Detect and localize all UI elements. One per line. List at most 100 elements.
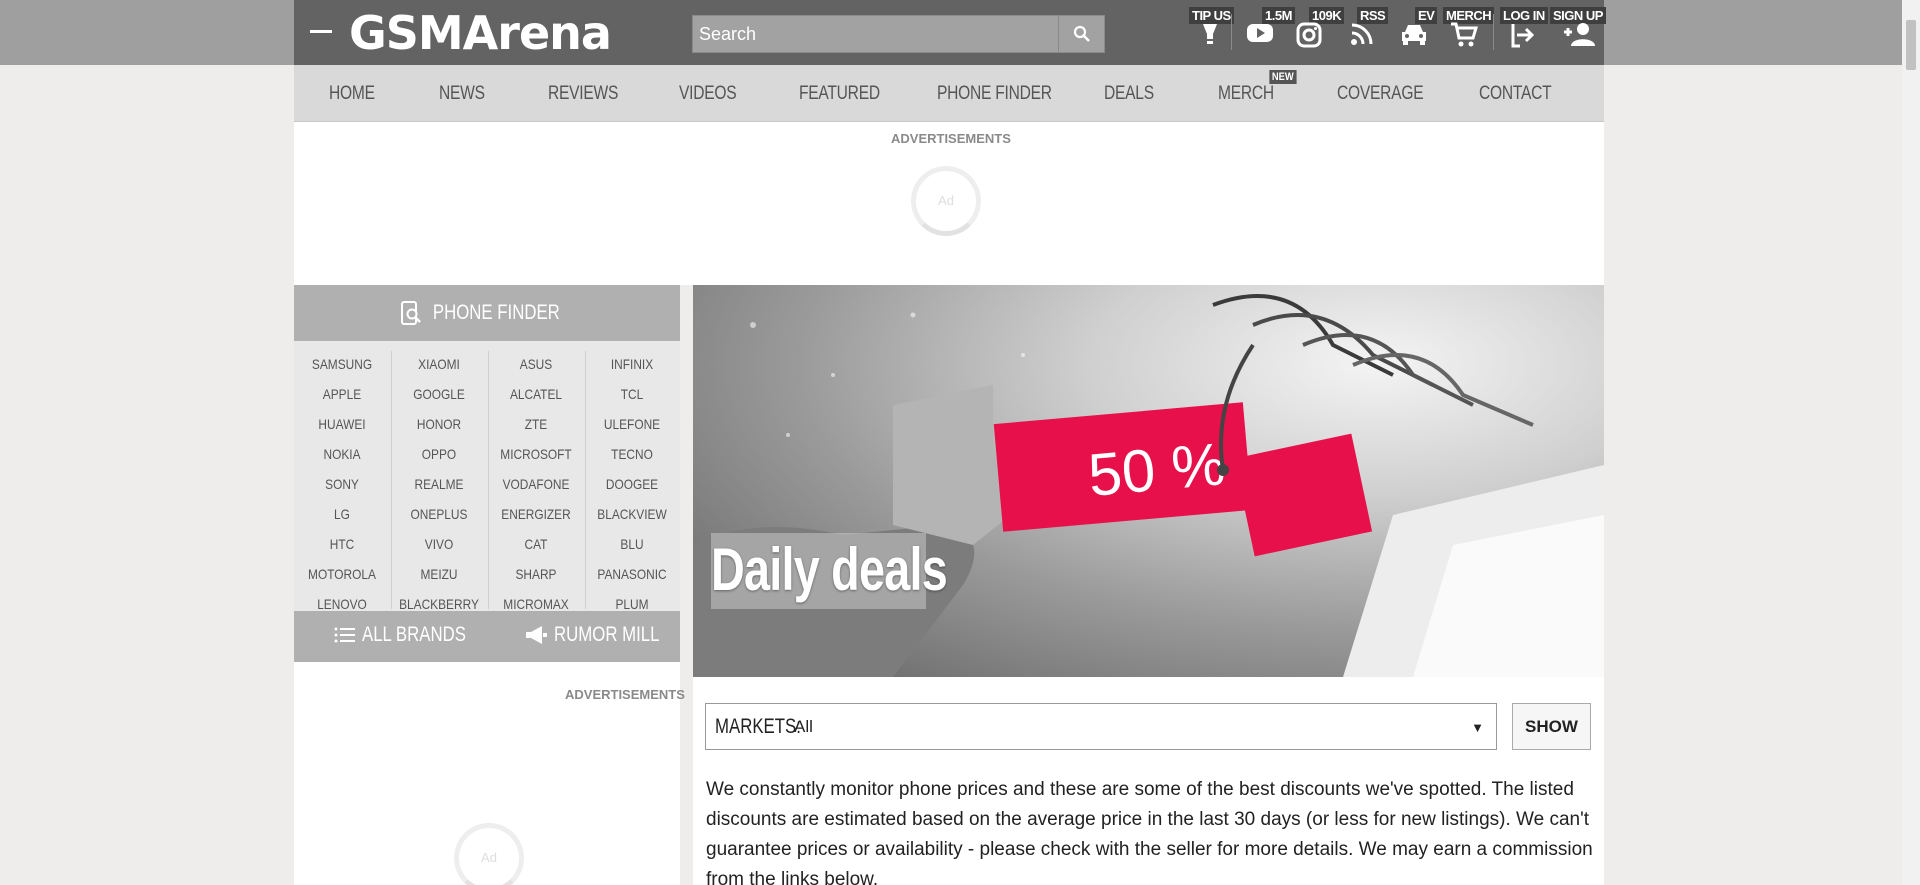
header-divider [1231, 14, 1232, 50]
brand-list: SAMSUNG APPLE HUAWEI NOKIA SONY LG HTC M… [294, 341, 680, 612]
instagram-link[interactable]: 109K [1289, 0, 1345, 65]
hero-image: 50 % Daily deals [693, 285, 1604, 677]
search-input[interactable] [693, 16, 1059, 52]
scrollbar-thumb[interactable] [1906, 20, 1916, 70]
ad-placeholder: Ad [911, 166, 981, 236]
main-content: 50 % Daily deals MARKETS: All ▼ SHOW We … [693, 285, 1604, 885]
brand-link[interactable]: REALME [398, 469, 480, 499]
sale-tags-photo: 50 % [693, 294, 1604, 677]
sidebar-ad-placeholder: Ad [454, 823, 524, 885]
markets-value: All [794, 717, 813, 736]
brand-link[interactable]: INFINIX [591, 349, 673, 379]
nav-contact[interactable]: CONTACT [1479, 83, 1552, 105]
brand-column: SAMSUNG APPLE HUAWEI NOKIA SONY LG HTC M… [294, 349, 390, 619]
ev-link[interactable]: EV [1389, 0, 1439, 65]
add-user-icon [1564, 23, 1595, 46]
brand-link[interactable]: BLACKVIEW [591, 499, 673, 529]
brand-link[interactable]: NOKIA [301, 439, 383, 469]
nav-videos[interactable]: VIDEOS [679, 83, 737, 105]
brand-link[interactable]: ALCATEL [495, 379, 577, 409]
list-icon [334, 627, 355, 643]
top-ad-banner: ADVERTISEMENTS Ad [294, 122, 1604, 285]
search-icon [1073, 25, 1090, 42]
brand-link[interactable]: VODAFONE [495, 469, 577, 499]
nav-featured[interactable]: FEATURED [799, 83, 880, 105]
tip-us-link[interactable]: TIP US [1187, 0, 1234, 65]
brand-link[interactable]: GOOGLE [398, 379, 480, 409]
ads-label: ADVERTISEMENTS [891, 131, 1011, 146]
login-icon [1511, 24, 1534, 48]
rss-link[interactable]: RSS [1339, 0, 1389, 65]
brand-link[interactable]: TECNO [591, 439, 673, 469]
nav-phone-finder[interactable]: PHONE FINDER [937, 83, 1052, 105]
brand-link[interactable]: APPLE [301, 379, 383, 409]
rumor-mill-link[interactable]: RUMOR MILL [524, 623, 686, 647]
instagram-icon [1296, 22, 1322, 48]
site-header: GSMArena TIP US 1.5M 109K RSS EV MERCH L… [294, 0, 1606, 65]
brand-link[interactable]: SAMSUNG [301, 349, 383, 379]
nav-deals[interactable]: DEALS [1104, 83, 1154, 105]
phone-finder-header[interactable]: PHONE FINDER [294, 285, 680, 341]
car-icon [1402, 25, 1426, 45]
rss-icon [1351, 23, 1373, 45]
brand-column: INFINIX TCL ULEFONE TECNO DOOGEE BLACKVI… [584, 349, 680, 619]
brand-link[interactable]: XIAOMI [398, 349, 480, 379]
cart-icon [1451, 22, 1478, 47]
brand-link[interactable]: HUAWEI [301, 409, 383, 439]
nav-merch[interactable]: MERCH [1218, 83, 1274, 105]
show-button[interactable]: SHOW [1512, 703, 1591, 750]
tag-text: 50 % [1086, 430, 1228, 509]
brand-link[interactable]: CAT [495, 529, 577, 559]
all-brands-link[interactable]: ALL BRANDS [334, 623, 492, 647]
menu-toggle-icon[interactable] [310, 30, 332, 33]
intro-text: We constantly monitor phone prices and t… [706, 779, 1593, 885]
hero-title: Daily deals [711, 536, 948, 603]
phone-finder-footer: ALL BRANDS RUMOR MILL [294, 611, 680, 662]
page-scrollbar[interactable] [1902, 0, 1920, 885]
brand-link[interactable]: VIVO [398, 529, 480, 559]
brand-link[interactable]: TCL [591, 379, 673, 409]
left-sidebar: PHONE FINDER SAMSUNG APPLE HUAWEI NOKIA … [294, 285, 685, 885]
brand-link[interactable]: LG [301, 499, 383, 529]
sign-up-link[interactable]: SIGN UP [1549, 0, 1606, 65]
header-divider [1493, 14, 1494, 50]
merch-link[interactable]: MERCH [1439, 0, 1495, 65]
brand-column: ASUS ALCATEL ZTE MICROSOFT VODAFONE ENER… [488, 349, 584, 619]
brand-link[interactable]: HONOR [398, 409, 480, 439]
youtube-link[interactable]: 1.5M [1239, 0, 1295, 65]
brand-link[interactable]: MEIZU [398, 559, 480, 589]
search-button[interactable] [1060, 16, 1104, 52]
lightbulb-icon [1203, 24, 1217, 44]
brand-link[interactable]: ENERGIZER [495, 499, 577, 529]
log-in-link[interactable]: LOG IN [1499, 0, 1549, 65]
phone-finder-title: PHONE FINDER [432, 301, 560, 324]
site-logo[interactable]: GSMArena [349, 8, 612, 58]
brand-link[interactable]: BLU [591, 529, 673, 559]
brand-link[interactable]: MOTOROLA [301, 559, 383, 589]
nav-news[interactable]: NEWS [439, 83, 485, 105]
youtube-icon [1247, 24, 1273, 42]
brand-link[interactable]: HTC [301, 529, 383, 559]
brand-link[interactable]: ZTE [495, 409, 577, 439]
brand-link[interactable]: SHARP [495, 559, 577, 589]
nav-reviews[interactable]: REVIEWS [548, 83, 618, 105]
brand-link[interactable]: DOOGEE [591, 469, 673, 499]
sidebar-ads-label: ADVERTISEMENTS [565, 687, 685, 702]
nav-coverage[interactable]: COVERAGE [1337, 83, 1424, 105]
main-navigation: HOME NEWS REVIEWS VIDEOS FEATURED PHONE … [294, 65, 1604, 122]
new-badge: NEW [1269, 70, 1297, 84]
brand-link[interactable]: OPPO [398, 439, 480, 469]
markets-select[interactable]: MARKETS: All ▼ [705, 703, 1497, 750]
search-box [692, 15, 1105, 53]
nav-home[interactable]: HOME [329, 83, 375, 105]
brand-link[interactable]: ULEFONE [591, 409, 673, 439]
brand-column: XIAOMI GOOGLE HONOR OPPO REALME ONEPLUS … [391, 349, 487, 619]
brand-link[interactable]: ONEPLUS [398, 499, 480, 529]
phone-search-icon [400, 301, 421, 325]
brand-link[interactable]: MICROSOFT [495, 439, 577, 469]
megaphone-icon [526, 626, 547, 644]
brand-link[interactable]: SONY [301, 469, 383, 499]
brand-link[interactable]: PANASONIC [591, 559, 673, 589]
brand-link[interactable]: ASUS [495, 349, 577, 379]
dropdown-arrow-icon: ▼ [1471, 720, 1484, 735]
